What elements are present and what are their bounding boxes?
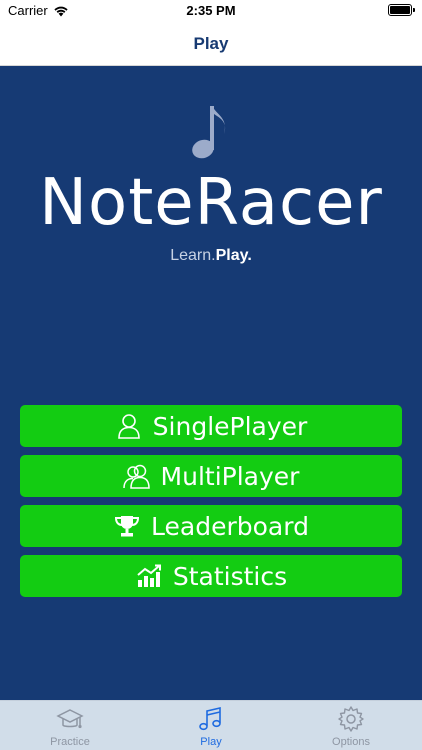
gear-icon: [338, 706, 364, 732]
status-bar: Carrier 2:35 PM: [0, 0, 422, 22]
people-icon: [122, 462, 151, 490]
statistics-label: Statistics: [172, 561, 288, 591]
battery-icon: [388, 4, 415, 16]
tagline-learn: Learn.: [170, 247, 216, 264]
clock: 2:35 PM: [186, 3, 236, 18]
main-menu: SinglePlayer MultiPlayer Leaderboard Sta…: [20, 405, 402, 605]
person-icon: [115, 412, 143, 440]
tagline-play: Play.: [215, 247, 252, 264]
tab-bar: Practice Play Options: [0, 700, 422, 750]
graduation-cap-icon: [56, 709, 84, 729]
tab-practice[interactable]: Practice: [20, 701, 120, 750]
tab-options-label: Options: [332, 736, 370, 748]
tab-play-label: Play: [200, 736, 222, 748]
statistics-button[interactable]: Statistics: [20, 555, 402, 597]
page-title: Play: [193, 34, 229, 53]
singleplayer-label: SinglePlayer: [152, 411, 308, 441]
music-note-icon: [199, 706, 221, 731]
leaderboard-label: Leaderboard: [151, 511, 309, 541]
tab-play[interactable]: Play: [161, 701, 261, 750]
trophy-icon: [113, 512, 141, 540]
leaderboard-button[interactable]: Leaderboard: [20, 505, 402, 547]
navigation-bar: Play: [0, 22, 422, 66]
tagline: Learn.Play.: [0, 247, 422, 265]
app-title: NoteRacer: [39, 166, 383, 240]
music-note-icon: [192, 106, 226, 159]
singleplayer-button[interactable]: SinglePlayer: [20, 405, 402, 447]
multiplayer-button[interactable]: MultiPlayer: [20, 455, 402, 497]
tab-practice-label: Practice: [50, 736, 90, 748]
chart-icon: [135, 562, 163, 590]
main-panel: NoteRacer Learn.Play. SinglePlayer Multi…: [0, 66, 422, 700]
tab-options[interactable]: Options: [301, 701, 401, 750]
multiplayer-label: MultiPlayer: [160, 461, 300, 491]
